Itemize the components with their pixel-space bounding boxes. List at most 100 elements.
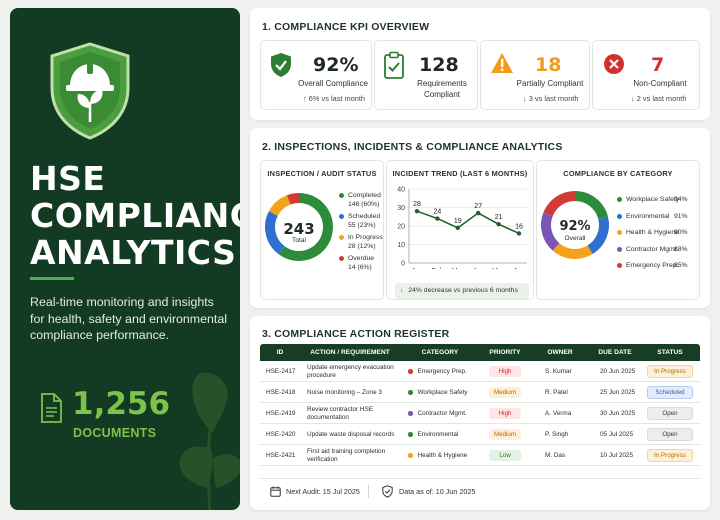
th-id[interactable]: ID <box>260 344 300 361</box>
table-row[interactable]: HSE-2417 Update emergency evacuation proc… <box>260 361 700 382</box>
cell-id: HSE-2419 <box>260 403 300 424</box>
category-tag: Health & Hygiene <box>400 452 467 460</box>
th-owner[interactable]: OWNER <box>530 344 590 361</box>
trend-point[interactable] <box>435 216 440 221</box>
th-status[interactable]: STATUS <box>640 344 700 361</box>
footer-divider <box>368 485 369 498</box>
cell-text: HSE-2417 <box>266 367 296 375</box>
legend-dot <box>617 246 622 252</box>
th-due-date[interactable]: DUE DATE <box>590 344 640 361</box>
cell-category: Health & Hygiene <box>400 445 480 466</box>
hero-title-line: ANALYTICS <box>30 233 237 272</box>
legend-name: In Progress <box>348 234 383 241</box>
register-table-header: ID ACTION / REQUIREMENT CATEGORY PRIORIT… <box>260 344 700 361</box>
x-tick-label: Jun <box>513 268 524 269</box>
incident-trend-panel: INCIDENT TREND (LAST 6 MONTHS) 0 10 20 30 40… <box>386 160 534 300</box>
cell-due: 20 Jun 2025 <box>590 361 640 382</box>
trend-data-label: 28 <box>413 201 421 208</box>
cell-text: HSE-2419 <box>266 409 296 417</box>
kpi-requirements-compliant[interactable]: 128 Requirements Compliant <box>374 40 478 110</box>
status-badge: In Progress <box>647 364 693 379</box>
cell-text: First aid training completion verificati… <box>307 448 386 463</box>
cell-category: Workplace Safety <box>400 382 480 403</box>
kpi-delta: ↑ 6% vs last month <box>303 94 365 103</box>
legend-dot <box>339 256 344 261</box>
inspection-slice[interactable] <box>268 195 291 217</box>
calendar-icon <box>270 486 281 497</box>
cell-category: Environmental <box>400 424 480 445</box>
category-slice[interactable] <box>543 191 576 217</box>
legend-name: Overdue <box>348 255 375 262</box>
cell-id: HSE-2421 <box>260 445 300 466</box>
legend-label: Completed 146 (60%) <box>348 191 381 209</box>
cell-text: Health & Hygiene <box>417 451 468 459</box>
kpi-delta-text: 6% vs last month <box>308 94 366 103</box>
inspection-total-label: Total <box>292 237 306 244</box>
trend-title: INCIDENT TREND (LAST 6 MONTHS) <box>392 169 528 178</box>
legend-name: Completed <box>348 192 381 199</box>
cell-due: 05 Jul 2025 <box>590 424 640 445</box>
cell-action: First aid training completion verificati… <box>300 445 400 466</box>
down-arrow-icon: ↓ <box>523 94 527 103</box>
trend-point[interactable] <box>476 210 481 216</box>
kpi-partially-compliant[interactable]: 18 Partially Compliant ↓ 3 vs last month <box>480 40 590 110</box>
kpi-delta-text: 2 vs last month <box>636 94 687 103</box>
cell-owner: M. Das <box>530 445 590 466</box>
trend-point[interactable] <box>455 225 460 231</box>
th-category[interactable]: CATEGORY <box>400 344 480 361</box>
cell-text: 30 Jun 2025 <box>600 409 636 417</box>
incident-trend-chart: 0 10 20 30 40 28 Jan 24 Feb 19 Mar 27 Apr 21 May 16 Jun <box>397 187 527 269</box>
category-slice[interactable] <box>552 242 593 259</box>
hero-title-line: COMPLIANCE <box>30 196 240 235</box>
document-icon <box>41 393 62 423</box>
table-row[interactable]: HSE-2419 Review contractor HSE documentat… <box>260 403 700 424</box>
th-priority[interactable]: PRIORITY <box>480 344 530 361</box>
cell-priority: High <box>480 361 530 382</box>
trend-point[interactable] <box>414 209 420 214</box>
category-dot <box>408 369 413 374</box>
down-arrow-icon: ↓ <box>400 287 404 294</box>
kpi-non-compliant[interactable]: 7 Non-Compliant ↓ 2 vs last month <box>592 40 700 110</box>
category-slice[interactable] <box>574 191 608 220</box>
register-section-title: 3. COMPLIANCE ACTION REGISTER <box>262 328 450 340</box>
table-row[interactable]: HSE-2418 Noise monitoring – Zone 3 Workpla… <box>260 382 700 403</box>
kpi-label: Non-Compliant <box>633 79 687 88</box>
legend-value: 94% <box>674 196 688 203</box>
cell-action: Noise monitoring – Zone 3 <box>300 382 400 403</box>
inspection-total: 243 <box>283 220 315 238</box>
cell-status: Open <box>640 424 700 445</box>
cell-text: S. Kumar <box>545 367 572 375</box>
cell-text: 05 Jul 2025 <box>600 430 634 438</box>
cell-text: Contractor Mgmt. <box>417 409 467 417</box>
category-tag: Workplace Safety <box>400 389 467 397</box>
compliance-category-panel: COMPLIANCE BY CATEGORY 92% Overall Workp… <box>536 160 700 300</box>
y-tick-label: 20 <box>397 224 405 231</box>
trend-point[interactable] <box>516 231 522 236</box>
inspection-slice[interactable] <box>286 193 300 205</box>
priority-badge: Medium <box>489 386 521 399</box>
cell-action: Update waste disposal records <box>300 424 400 445</box>
category-center-label: Overall <box>564 235 586 242</box>
category-tag: Environmental <box>400 431 458 439</box>
shield-check-icon <box>382 485 393 498</box>
x-tick-label: Mar <box>452 268 465 269</box>
legend-dot <box>617 213 622 219</box>
trend-data-label: 16 <box>515 223 523 230</box>
hero-title-line: HSE <box>30 159 106 198</box>
table-row[interactable]: HSE-2420 Update waste disposal records Env… <box>260 424 700 445</box>
kpi-overview-card: 1. COMPLIANCE KPI OVERVIEW 92% Overall C… <box>250 8 710 120</box>
legend-dot <box>339 214 344 219</box>
legend-dot <box>339 193 344 198</box>
table-row[interactable]: HSE-2421 First aid training completion ve… <box>260 445 700 466</box>
legend-value: 55 (23%) <box>348 222 376 229</box>
th-action[interactable]: ACTION / REQUIREMENT <box>300 344 400 361</box>
cell-due: 25 Jun 2025 <box>590 382 640 403</box>
y-tick-label: 30 <box>397 205 405 212</box>
accent-divider <box>30 277 74 280</box>
legend-label: Workplace Safety <box>626 196 680 203</box>
legend-value: 14 (6%) <box>348 264 372 271</box>
kpi-overall-compliance[interactable]: 92% Overall Compliance ↑ 6% vs last mont… <box>260 40 372 110</box>
trend-point[interactable] <box>496 221 501 227</box>
trend-note: ↓ 24% decrease vs previous 6 months <box>395 283 529 299</box>
hero-panel: HSE COMPLIANCE ANALYTICS Real-time monit… <box>10 8 240 510</box>
